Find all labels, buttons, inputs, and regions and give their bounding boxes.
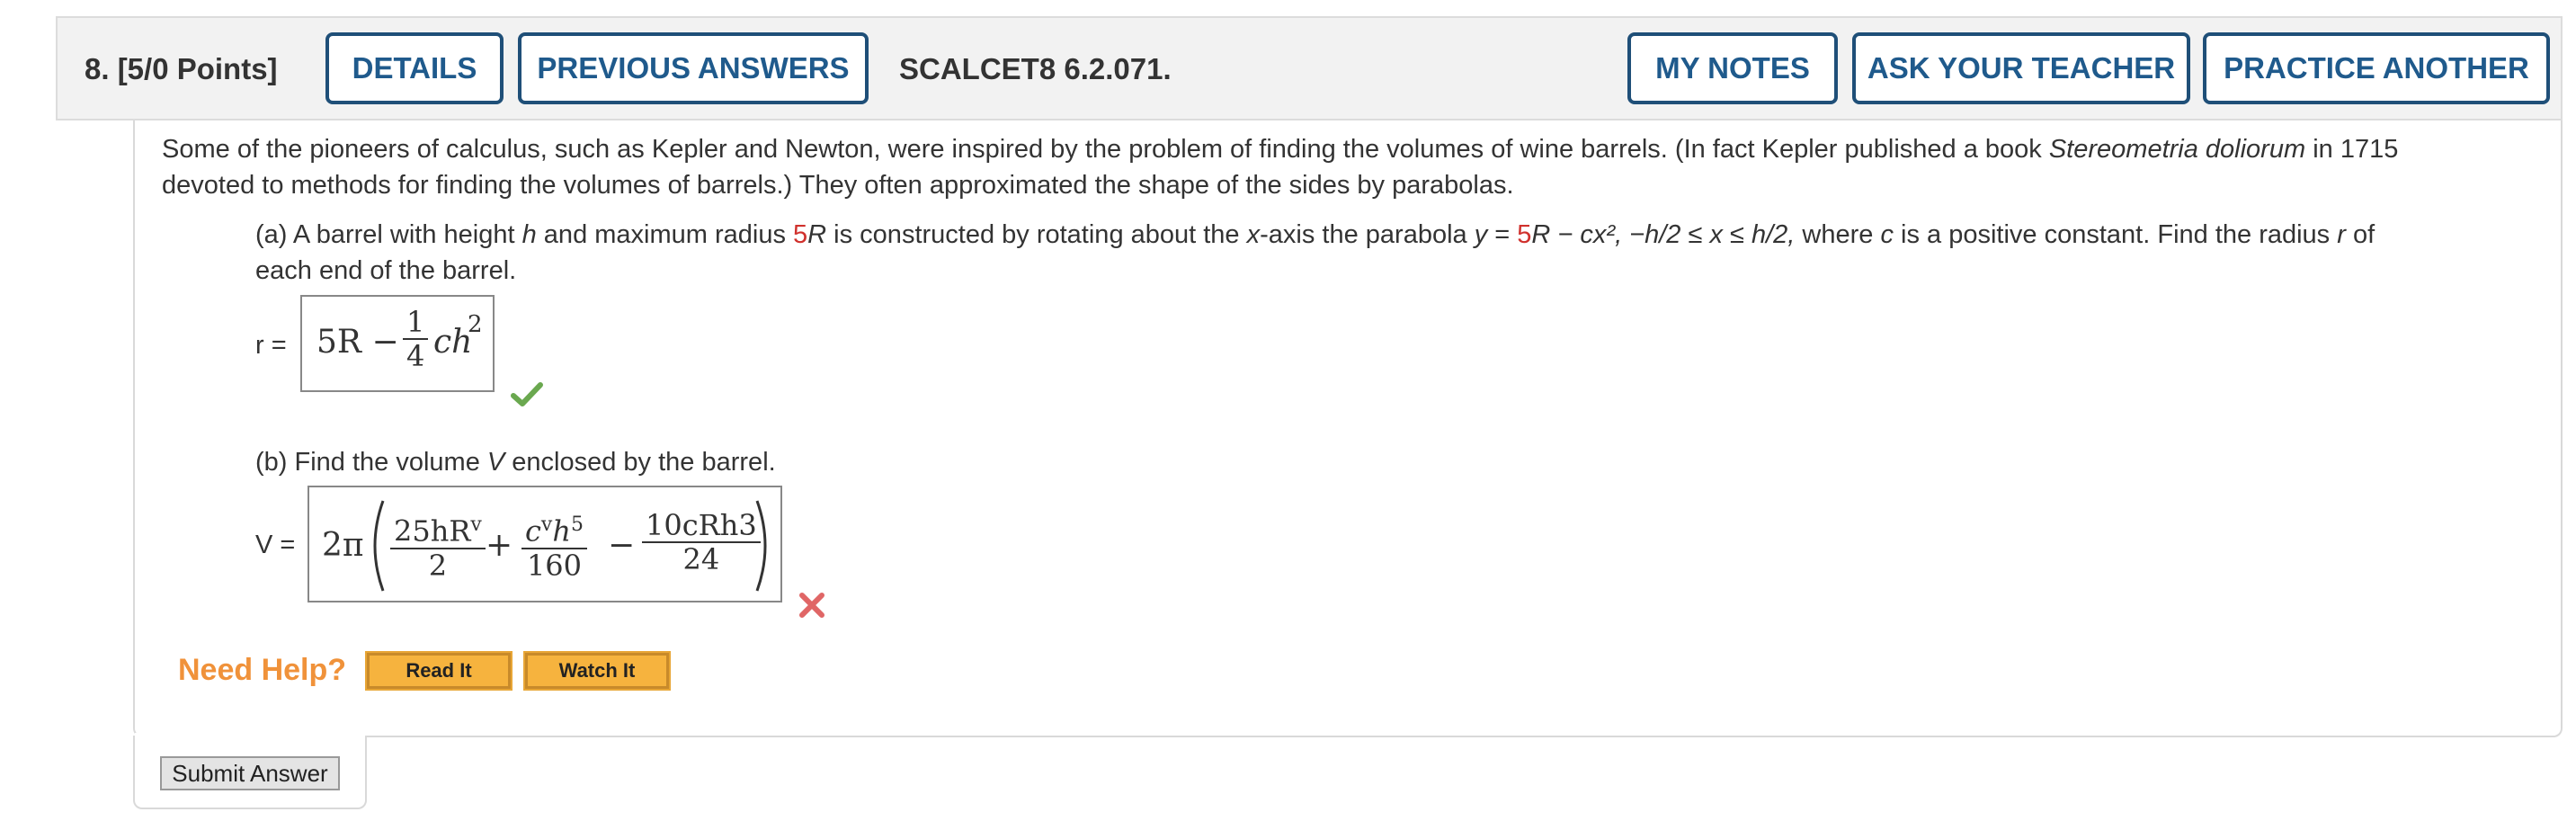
question-header: 8. [5/0 Points] DETAILS PREVIOUS ANSWERS… xyxy=(56,16,2563,120)
answer-a-fraction: 1 4 xyxy=(403,306,429,373)
previous-answers-button[interactable]: PREVIOUS ANSWERS xyxy=(518,32,869,104)
need-help-label: Need Help? xyxy=(178,653,347,687)
plus-sign: + xyxy=(486,527,513,564)
f2-h: h xyxy=(552,513,571,549)
answer-a-tail: ch xyxy=(433,324,473,361)
fraction-2-denominator: 160 xyxy=(526,548,583,583)
details-button[interactable]: DETAILS xyxy=(325,32,504,104)
fraction-1-numerator: 25hRv xyxy=(390,509,486,549)
var-r: r xyxy=(2337,220,2346,249)
part-a-text: and maximum radius xyxy=(536,220,794,249)
ask-your-teacher-button[interactable]: ASK YOUR TEACHER xyxy=(1852,32,2190,104)
part-a-text: of xyxy=(2345,220,2375,249)
submit-answer-button[interactable]: Submit Answer xyxy=(160,756,340,790)
incorrect-x-icon xyxy=(799,593,824,618)
intro-text-3: devoted to methods for finding the volum… xyxy=(162,171,1514,200)
answer-b-box[interactable]: 2π 25hRv 2 + cvh5 160 − 10cRh3 24 xyxy=(308,486,782,602)
answer-a-box[interactable]: 5R − 1 4 ch 2 xyxy=(300,295,495,392)
minus-sign: − xyxy=(608,527,636,564)
var-c: c xyxy=(1880,220,1894,249)
answer-b-label: V = xyxy=(255,531,296,559)
watch-it-button[interactable]: Watch It xyxy=(523,651,671,691)
answer-a-exponent: 2 xyxy=(468,311,483,338)
radius-coefficient: 5 xyxy=(793,220,808,249)
tab-joiner xyxy=(135,733,365,740)
fraction-3-denominator: 24 xyxy=(682,542,720,576)
f2-sup1: v xyxy=(540,513,553,536)
part-a-text: is constructed by rotating about the xyxy=(826,220,1247,249)
f1-num-sup: v xyxy=(470,513,482,536)
part-a-text: is a positive constant. Find the radius xyxy=(1893,220,2338,249)
part-b-text: enclosed by the barrel. xyxy=(504,448,776,477)
eq-equals: = xyxy=(1487,220,1518,249)
fraction-denominator: 4 xyxy=(406,339,425,373)
f2-c: c xyxy=(525,513,541,549)
part-a-text: (a) A barrel with height xyxy=(255,220,522,249)
practice-another-button[interactable]: PRACTICE ANOTHER xyxy=(2203,32,2550,104)
problem-code: SCALCET8 6.2.071. xyxy=(899,52,1172,85)
fraction-2: cvh5 160 xyxy=(521,509,587,582)
var-V: V xyxy=(486,448,505,477)
eq-coefficient: 5 xyxy=(1517,220,1532,249)
answer-a-lead: 5R − xyxy=(316,324,399,361)
question-points-label: 8. [5/0 Points] xyxy=(85,52,278,85)
intro-text-2: in 1715 xyxy=(2305,135,2399,164)
book-title: Stereometria doliorum xyxy=(2048,135,2306,164)
f1-num: 25hR xyxy=(394,513,471,549)
fraction-3: 10cRh3 24 xyxy=(642,509,761,576)
correct-check-icon xyxy=(511,382,543,406)
eq-rest: R − cx², −h/2 ≤ x ≤ h/2, xyxy=(1531,220,1796,249)
eq-y: y xyxy=(1474,220,1488,249)
left-paren xyxy=(373,500,385,592)
var-h: h xyxy=(521,220,537,249)
two-pi: 2π xyxy=(322,527,364,564)
part-a-text: where xyxy=(1795,220,1881,249)
fraction-2-numerator: cvh5 xyxy=(521,509,587,549)
f2-sup2: 5 xyxy=(570,513,584,536)
var-R: R xyxy=(807,220,827,249)
question-body xyxy=(133,120,2563,737)
right-paren xyxy=(755,500,767,592)
fraction-3-numerator: 10cRh3 xyxy=(642,509,761,543)
fraction-numerator: 1 xyxy=(403,306,429,340)
read-it-button[interactable]: Read It xyxy=(365,651,513,691)
my-notes-button[interactable]: MY NOTES xyxy=(1627,32,1838,104)
intro-text-1: Some of the pioneers of calculus, such a… xyxy=(162,135,2049,164)
part-b-question: (b) Find the volume V enclosed by the ba… xyxy=(255,444,776,480)
fraction-1: 25hRv 2 xyxy=(390,509,486,582)
part-b-text: (b) Find the volume xyxy=(255,448,487,477)
var-x: x xyxy=(1246,220,1261,249)
answer-a-label: r = xyxy=(255,331,287,360)
intro-paragraph: Some of the pioneers of calculus, such a… xyxy=(162,131,2554,203)
fraction-1-denominator: 2 xyxy=(428,548,448,583)
part-a-question: (a) A barrel with height h and maximum r… xyxy=(255,217,2557,289)
part-a-text: -axis the parabola xyxy=(1260,220,1475,249)
part-a-text: each end of the barrel. xyxy=(255,256,517,285)
